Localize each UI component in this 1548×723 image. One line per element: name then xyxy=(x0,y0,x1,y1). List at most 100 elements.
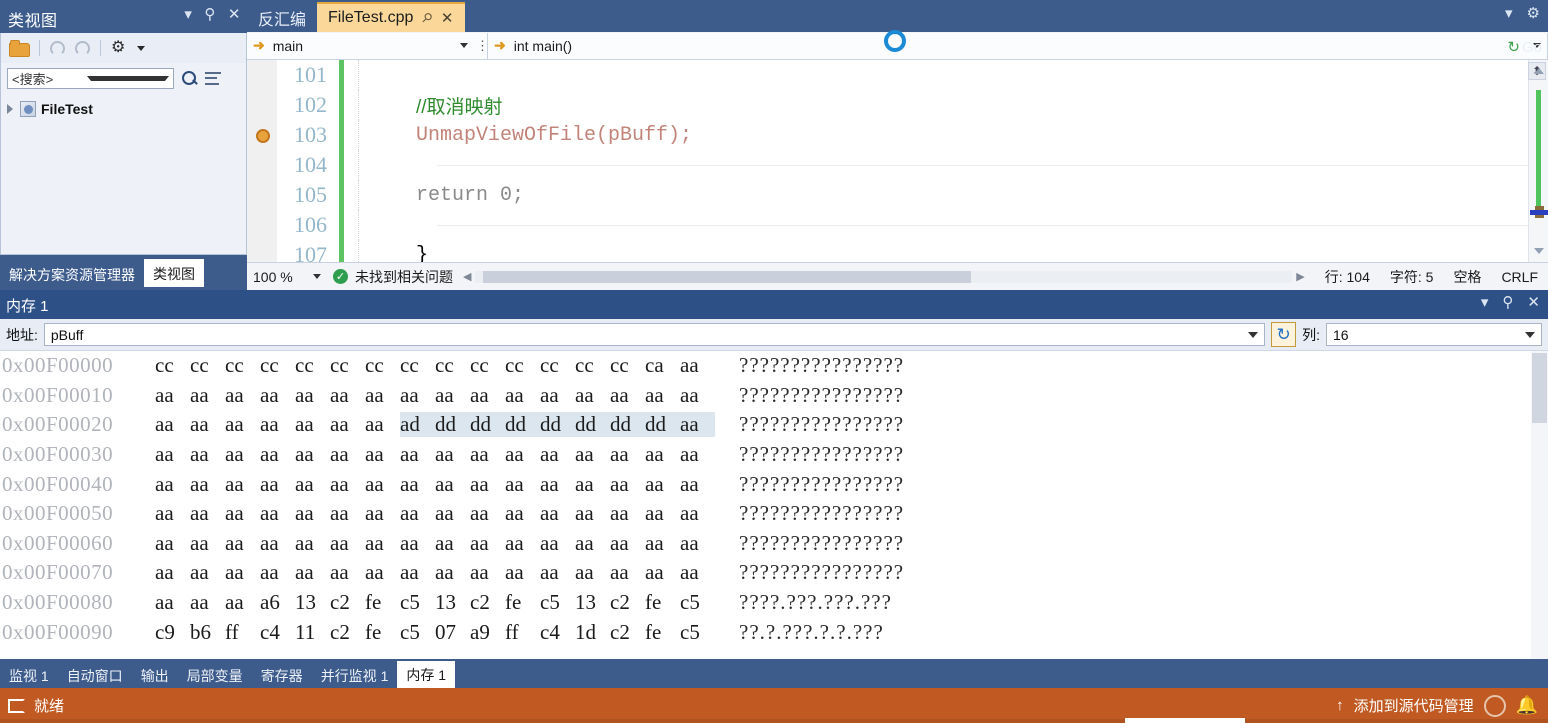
columns-input[interactable]: 16 xyxy=(1326,323,1542,346)
chevron-down-icon[interactable] xyxy=(86,75,169,81)
bell-icon[interactable]: 🔔 xyxy=(1516,695,1538,716)
chevron-right-icon[interactable] xyxy=(7,104,13,114)
memory-byte[interactable]: dd xyxy=(505,412,540,438)
memory-byte[interactable]: aa xyxy=(260,472,295,497)
memory-byte[interactable]: aa xyxy=(155,442,190,467)
memory-byte[interactable]: cc xyxy=(155,353,190,378)
memory-byte[interactable]: aa xyxy=(295,560,330,585)
memory-byte[interactable]: a6 xyxy=(260,590,295,615)
memory-byte[interactable]: cc xyxy=(400,353,435,378)
notification-circle-icon[interactable] xyxy=(1483,694,1506,717)
memory-byte[interactable]: fe xyxy=(365,590,400,615)
memory-byte[interactable]: aa xyxy=(435,383,470,408)
tab-disassembly[interactable]: 反汇编 xyxy=(247,4,317,32)
memory-byte[interactable]: aa xyxy=(610,442,645,467)
debug-tab-memory[interactable]: 内存 1 xyxy=(397,661,456,688)
memory-byte[interactable]: cc xyxy=(330,353,365,378)
memory-byte[interactable]: aa xyxy=(365,531,400,556)
memory-row[interactable]: 0x00F00040 aa aa aa aa aa aa aa aa aa aa aa aa aa aa aa… xyxy=(0,469,1548,499)
memory-byte[interactable]: c5 xyxy=(680,590,715,615)
close-icon[interactable]: ✕ xyxy=(1527,295,1540,310)
memory-byte[interactable]: cc xyxy=(470,353,505,378)
memory-byte[interactable]: aa xyxy=(190,383,225,408)
memory-byte[interactable]: aa xyxy=(190,560,225,585)
memory-byte[interactable]: b6 xyxy=(190,620,225,645)
memory-byte[interactable]: aa xyxy=(365,501,400,526)
pin-icon[interactable]: ⚲ xyxy=(1502,295,1513,310)
memory-byte[interactable]: aa xyxy=(365,412,400,437)
editor-vertical-scrollbar[interactable]: ⬍ xyxy=(1528,60,1548,262)
memory-byte[interactable]: aa xyxy=(645,531,680,556)
refresh-button[interactable]: ↻ xyxy=(1271,322,1297,347)
chevron-down-icon[interactable]: ▾ xyxy=(1481,295,1489,310)
memory-byte[interactable]: aa xyxy=(470,383,505,408)
memory-byte[interactable]: aa xyxy=(540,560,575,585)
memory-byte[interactable]: c2 xyxy=(610,620,645,645)
memory-byte[interactable]: c5 xyxy=(680,620,715,645)
memory-byte[interactable]: aa xyxy=(435,560,470,585)
tab-solution-explorer[interactable]: 解决方案资源管理器 xyxy=(0,261,144,287)
chevron-down-icon[interactable] xyxy=(1525,331,1535,338)
memory-byte[interactable]: ca xyxy=(645,353,680,378)
memory-byte[interactable]: aa xyxy=(470,560,505,585)
memory-byte[interactable]: aa xyxy=(295,383,330,408)
tree-item-filetest[interactable]: FileTest xyxy=(7,101,246,117)
memory-byte[interactable]: aa xyxy=(505,560,540,585)
chevron-down-icon[interactable]: ▾ xyxy=(1505,6,1513,21)
scroll-down-arrow-icon[interactable] xyxy=(1534,248,1544,254)
memory-byte[interactable]: aa xyxy=(540,442,575,467)
scroll-right-arrow-icon[interactable]: ▶ xyxy=(1296,270,1304,283)
memory-byte[interactable]: aa xyxy=(470,501,505,526)
pin-icon[interactable]: ⚲ xyxy=(418,9,436,27)
chevron-down-icon[interactable] xyxy=(460,43,468,48)
memory-byte[interactable]: aa xyxy=(435,501,470,526)
memory-byte[interactable]: cc xyxy=(610,353,645,378)
memory-byte[interactable]: aa xyxy=(190,531,225,556)
memory-byte[interactable]: cc xyxy=(575,353,610,378)
memory-byte[interactable]: dd xyxy=(645,412,680,438)
memory-byte[interactable]: ff xyxy=(225,620,260,645)
list-view-icon[interactable] xyxy=(205,71,221,85)
indentation-mode[interactable]: 空格 xyxy=(1443,267,1491,287)
memory-byte[interactable]: dd xyxy=(575,412,610,438)
memory-byte[interactable]: aa xyxy=(435,531,470,556)
memory-byte[interactable]: c2 xyxy=(470,590,505,615)
memory-byte[interactable]: c5 xyxy=(540,590,575,615)
memory-byte[interactable]: aa xyxy=(680,442,715,467)
chevron-down-icon[interactable] xyxy=(1248,331,1259,338)
memory-byte[interactable]: aa xyxy=(540,472,575,497)
memory-byte[interactable]: aa xyxy=(435,472,470,497)
memory-byte[interactable]: aa xyxy=(155,383,190,408)
scroll-thumb[interactable] xyxy=(1532,353,1547,423)
memory-byte[interactable]: aa xyxy=(540,501,575,526)
memory-byte[interactable]: c9 xyxy=(155,620,190,645)
memory-byte[interactable]: aa xyxy=(155,560,190,585)
memory-byte[interactable]: 11 xyxy=(295,620,330,645)
memory-byte[interactable]: aa xyxy=(155,531,190,556)
memory-byte[interactable]: c2 xyxy=(330,620,365,645)
memory-byte[interactable]: aa xyxy=(260,501,295,526)
memory-grid[interactable]: 0x00F00000 cc cc cc cc cc cc cc cc cc cc cc cc cc cc ca… xyxy=(0,351,1548,663)
memory-byte[interactable]: aa xyxy=(575,560,610,585)
memory-byte[interactable]: a9 xyxy=(470,620,505,645)
memory-byte[interactable]: c5 xyxy=(400,590,435,615)
memory-byte[interactable]: aa xyxy=(260,442,295,467)
gear-icon[interactable]: ⚙ xyxy=(1527,6,1540,21)
memory-byte[interactable]: cc xyxy=(505,353,540,378)
debug-tab-item[interactable]: 寄存器 xyxy=(252,663,312,688)
memory-byte[interactable]: ad xyxy=(400,412,435,438)
memory-byte[interactable]: aa xyxy=(470,442,505,467)
memory-byte[interactable]: ff xyxy=(505,620,540,645)
memory-byte[interactable]: aa xyxy=(680,501,715,526)
memory-byte[interactable]: 1d xyxy=(575,620,610,645)
memory-byte[interactable]: aa xyxy=(470,531,505,556)
memory-byte[interactable]: aa xyxy=(680,560,715,585)
pin-icon[interactable]: ⚲ xyxy=(204,7,216,22)
memory-byte[interactable]: aa xyxy=(575,383,610,408)
memory-byte[interactable]: aa xyxy=(295,442,330,467)
memory-byte[interactable]: aa xyxy=(190,590,225,615)
memory-byte[interactable]: aa xyxy=(645,442,680,467)
memory-byte[interactable]: aa xyxy=(645,472,680,497)
memory-byte[interactable]: aa xyxy=(400,442,435,467)
memory-byte[interactable]: fe xyxy=(365,620,400,645)
